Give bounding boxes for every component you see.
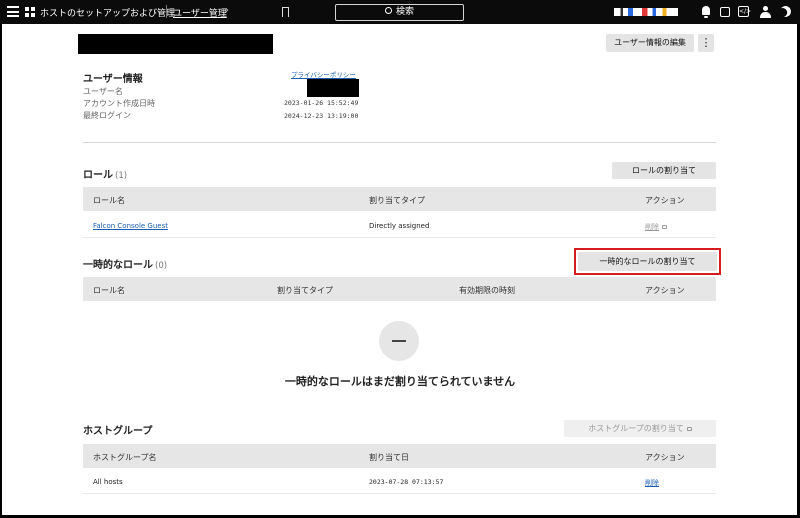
- search-input[interactable]: 検索: [335, 4, 464, 21]
- brand-logo: [614, 8, 678, 16]
- breadcrumb-page[interactable]: ユーザー管理: [173, 6, 227, 19]
- host-groups-title: ホストグループ: [83, 426, 153, 437]
- moon-icon[interactable]: [778, 4, 792, 18]
- roles-count: (1): [115, 171, 128, 181]
- role-name-link[interactable]: Falcon Console Guest: [93, 222, 168, 230]
- empty-state-icon: [379, 321, 419, 361]
- col-action: アクション: [645, 196, 685, 205]
- col-expiry-time: 有効期限の時刻: [459, 286, 515, 295]
- bookmark-icon[interactable]: [282, 7, 289, 17]
- user-info-title: ユーザー情報: [83, 74, 143, 85]
- last-login-value: 2024-12-23 13:19:00: [284, 112, 359, 120]
- col-role-name: ロール名: [93, 196, 125, 205]
- temp-roles-title: 一時的なロール (0): [83, 256, 167, 271]
- account-created-value: 2023-01-26 15:52:49: [284, 99, 359, 107]
- bell-icon[interactable]: [702, 6, 710, 18]
- table-row: Falcon Console Guest Directly assigned 削…: [83, 214, 716, 238]
- empty-state-message: 一時的なロールはまだ割り当てられていません: [284, 375, 516, 388]
- search-icon: [384, 7, 392, 14]
- temp-roles-table-header: ロール名 割り当てタイプ 有効期限の時刻 アクション: [83, 277, 716, 301]
- role-assign-type: Directly assigned: [369, 222, 430, 230]
- col-action: アクション: [645, 453, 685, 462]
- host-groups-table-header: ホストグループ名 割り当て日 アクション: [83, 444, 716, 468]
- host-group-delete-link[interactable]: 削除: [645, 478, 659, 488]
- code-icon[interactable]: </>: [738, 6, 751, 17]
- temp-roles-count: (0): [155, 261, 168, 271]
- redacted-username: [307, 79, 359, 97]
- menu-icon[interactable]: [7, 6, 19, 17]
- user-icon[interactable]: [760, 6, 771, 18]
- redacted-user-name: [78, 34, 273, 54]
- temp-roles-title-text: 一時的なロール: [83, 260, 153, 271]
- col-assign-date: 割り当て日: [369, 453, 409, 462]
- edit-user-info-button[interactable]: ユーザー情報の編集: [606, 34, 694, 52]
- list-icon[interactable]: [720, 7, 730, 17]
- role-delete-label: 削除: [645, 223, 659, 231]
- roles-title-text: ロール: [83, 170, 113, 181]
- section-divider: [83, 142, 716, 143]
- account-created-label: アカウント作成日時: [83, 99, 155, 108]
- last-login-label: 最終ログイン: [83, 111, 131, 120]
- col-host-group-name: ホストグループ名: [93, 453, 157, 462]
- host-group-name: All hosts: [93, 478, 123, 486]
- username-label: ユーザー名: [83, 87, 123, 96]
- col-assign-type: 割り当てタイプ: [369, 196, 425, 205]
- lock-icon: [662, 225, 667, 229]
- lock-icon: [686, 427, 692, 431]
- assign-host-group-button: ホストグループの割り当て: [564, 420, 716, 437]
- breadcrumb-divider: [166, 5, 167, 18]
- top-nav-bar: ホストのセットアップおよび管理 ユーザー管理 › 検索 </>: [0, 0, 800, 24]
- role-delete-action: 削除: [645, 222, 667, 232]
- highlight-box: [574, 248, 721, 275]
- more-options-button[interactable]: ⋮: [698, 34, 714, 52]
- search-label: 検索: [395, 7, 414, 17]
- breadcrumb-app[interactable]: ホストのセットアップおよび管理: [40, 6, 175, 19]
- assign-host-group-label: ホストグループの割り当て: [588, 424, 684, 433]
- chevron-right-icon[interactable]: ›: [225, 5, 229, 16]
- apps-icon[interactable]: [25, 7, 35, 17]
- privacy-policy-link[interactable]: プライバシーポリシー: [291, 69, 356, 79]
- col-action: アクション: [645, 286, 685, 295]
- main-content: ユーザー情報の編集 ⋮ ユーザー情報 ユーザー名 アカウント作成日時 最終ログイ…: [2, 24, 797, 515]
- roles-table-header: ロール名 割り当てタイプ アクション: [83, 187, 716, 211]
- table-row: All hosts 2023-07-28 07:13:57 削除: [83, 470, 716, 494]
- roles-title: ロール (1): [83, 166, 127, 181]
- col-assign-type: 割り当てタイプ: [277, 286, 333, 295]
- col-role-name: ロール名: [93, 286, 125, 295]
- assign-role-button[interactable]: ロールの割り当て: [612, 162, 716, 179]
- host-group-assign-date: 2023-07-28 07:13:57: [369, 478, 444, 486]
